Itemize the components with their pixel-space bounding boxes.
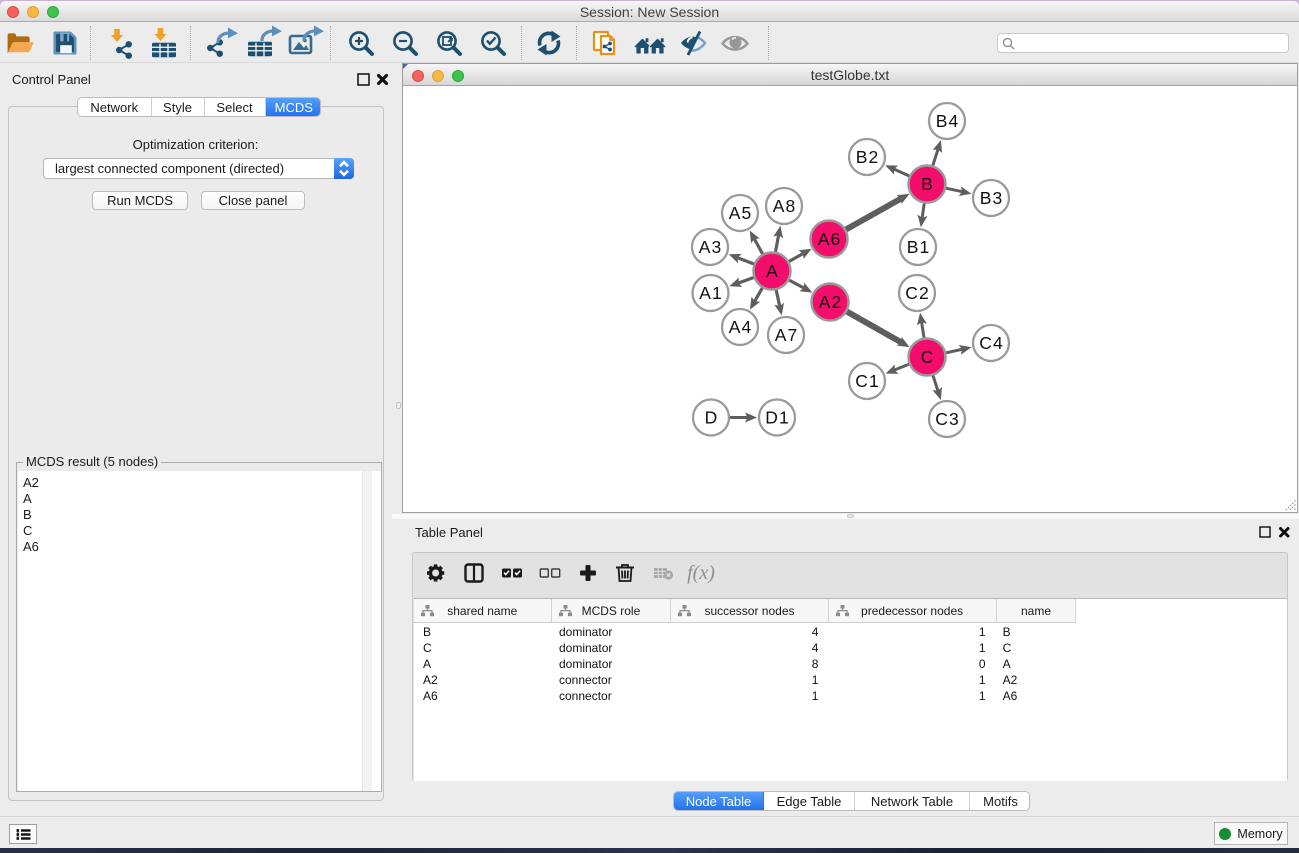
svg-text:A8: A8 [773, 196, 797, 216]
svg-text:A2: A2 [819, 292, 843, 312]
svg-text:A4: A4 [729, 317, 753, 337]
svg-text:B: B [921, 174, 934, 194]
svg-text:D1: D1 [765, 408, 790, 428]
svg-text:C2: C2 [905, 283, 930, 303]
svg-text:D: D [705, 408, 719, 428]
svg-text:B1: B1 [907, 237, 931, 257]
svg-text:A: A [766, 261, 779, 281]
svg-text:C4: C4 [979, 333, 1004, 353]
svg-text:A1: A1 [699, 283, 723, 303]
svg-text:B2: B2 [856, 147, 880, 167]
svg-text:f(x): f(x) [687, 562, 715, 584]
svg-text:A5: A5 [729, 203, 753, 223]
svg-text:A6: A6 [818, 229, 842, 249]
svg-text:C3: C3 [935, 409, 960, 429]
svg-text:A7: A7 [775, 325, 799, 345]
svg-text:C: C [921, 347, 935, 367]
svg-text:B4: B4 [936, 111, 960, 131]
svg-text:B3: B3 [980, 188, 1004, 208]
svg-text:A3: A3 [699, 237, 723, 257]
svg-text:C1: C1 [855, 371, 880, 391]
